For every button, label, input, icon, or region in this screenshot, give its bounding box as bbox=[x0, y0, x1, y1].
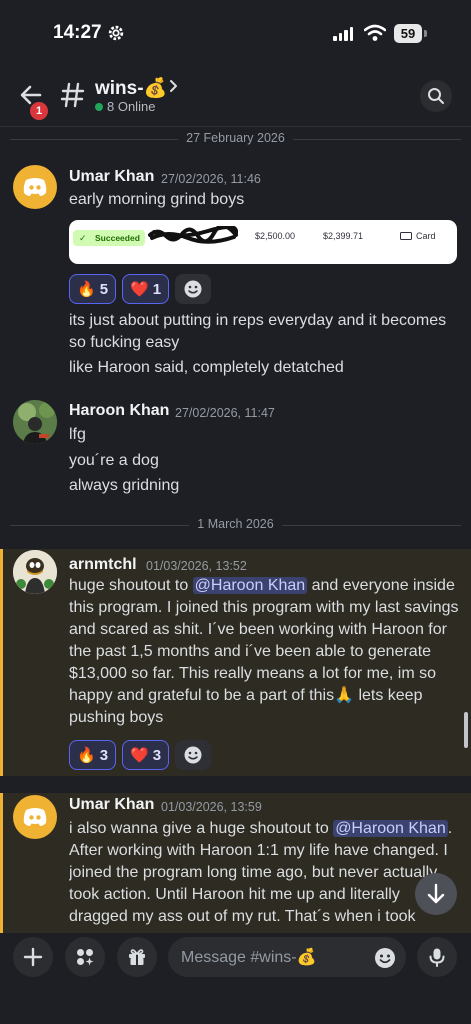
payment-net: $2,399.71 bbox=[323, 231, 364, 241]
message-timestamp: 01/03/2026, 13:59 bbox=[161, 800, 262, 814]
message-text: like Haroon said, completely detatched bbox=[69, 359, 344, 376]
message-text: you´re a dog bbox=[69, 452, 159, 469]
message-text-start: i also wanna give a huge shoutout to bbox=[69, 820, 334, 837]
discord-logo-icon bbox=[23, 808, 47, 826]
user-photo bbox=[13, 400, 57, 444]
user-mention[interactable]: @Haroon Khan bbox=[333, 820, 448, 837]
online-count: 8 Online bbox=[107, 99, 156, 114]
avatar[interactable] bbox=[13, 165, 57, 209]
avatar[interactable] bbox=[13, 400, 57, 444]
reaction-heart[interactable]: ❤️ 3 bbox=[122, 740, 170, 770]
search-icon bbox=[428, 88, 444, 104]
smiley-icon bbox=[184, 746, 202, 764]
voice-message-button[interactable] bbox=[417, 937, 457, 977]
message-text: i also wanna give a huge shoutout to @Ha… bbox=[69, 818, 461, 930]
message-author[interactable]: arnmtchl bbox=[69, 556, 137, 574]
channel-hash-icon bbox=[60, 82, 85, 108]
emoji-picker-icon[interactable] bbox=[374, 947, 396, 969]
payment-method: Card bbox=[416, 231, 436, 241]
date-divider-label: 1 March 2026 bbox=[189, 517, 282, 531]
reaction-count: 3 bbox=[152, 746, 162, 764]
check-icon: ✓ bbox=[79, 233, 87, 243]
reaction-count: 5 bbox=[99, 280, 109, 298]
message-text: lfg bbox=[69, 426, 86, 443]
message-text: early morning grind boys bbox=[69, 191, 245, 208]
reaction-count: 1 bbox=[152, 280, 162, 298]
heart-emoji: ❤️ bbox=[130, 747, 149, 764]
online-status-dot bbox=[95, 103, 103, 111]
message-placeholder: Message #wins-💰 bbox=[181, 949, 317, 966]
user-mention[interactable]: @Haroon Khan bbox=[192, 577, 308, 594]
mention-highlight-bar bbox=[0, 793, 3, 933]
scrollbar-thumb[interactable] bbox=[464, 712, 468, 748]
plus-icon bbox=[23, 947, 43, 967]
message-text: always gridning bbox=[69, 477, 180, 494]
avatar[interactable] bbox=[13, 795, 57, 839]
status-time: 14:27 bbox=[53, 22, 102, 43]
date-divider-label: 27 February 2026 bbox=[178, 131, 293, 145]
channel-name[interactable]: wins-💰 bbox=[95, 76, 167, 100]
message-author[interactable]: Umar Khan bbox=[69, 168, 154, 186]
unread-badge: 1 bbox=[28, 100, 50, 122]
apps-icon bbox=[77, 949, 94, 966]
message-author[interactable]: Haroon Khan bbox=[69, 402, 169, 420]
search-button[interactable] bbox=[420, 80, 452, 112]
mention-highlight-bar bbox=[0, 549, 3, 776]
fire-emoji: 🔥 bbox=[77, 747, 96, 764]
date-divider: 1 March 2026 bbox=[10, 517, 461, 533]
smiley-icon bbox=[184, 280, 202, 298]
reaction-heart[interactable]: ❤️ 1 bbox=[122, 274, 170, 304]
microphone-icon bbox=[429, 948, 445, 967]
redaction-scribble bbox=[148, 226, 238, 244]
arrow-down-icon bbox=[427, 883, 445, 904]
reaction-count: 3 bbox=[99, 746, 109, 764]
battery-indicator: 59 bbox=[394, 24, 422, 43]
message-timestamp: 01/03/2026, 13:52 bbox=[146, 559, 247, 573]
header-divider bbox=[0, 126, 471, 127]
chevron-right-icon[interactable] bbox=[168, 76, 180, 96]
battery-tip bbox=[424, 30, 427, 37]
payment-amount: $2,500.00 bbox=[255, 231, 296, 241]
message-text: its just about putting in reps everyday … bbox=[69, 312, 447, 351]
cellular-signal-icon bbox=[333, 27, 357, 41]
jump-to-present-button[interactable] bbox=[415, 873, 457, 915]
gift-icon bbox=[129, 949, 145, 965]
message-text-start: huge shoutout to bbox=[69, 577, 193, 594]
wifi-icon bbox=[364, 24, 386, 41]
message-text-rest: and everyone inside this program. I join… bbox=[69, 577, 459, 726]
fire-emoji: 🔥 bbox=[77, 281, 96, 298]
date-divider: 27 February 2026 bbox=[10, 131, 461, 147]
user-photo bbox=[13, 550, 57, 594]
heart-emoji: ❤️ bbox=[130, 281, 149, 298]
message-timestamp: 27/02/2026, 11:47 bbox=[175, 406, 275, 420]
settings-gear-icon bbox=[108, 25, 124, 41]
avatar[interactable] bbox=[13, 550, 57, 594]
discord-logo-icon bbox=[23, 178, 47, 196]
add-reaction-button[interactable] bbox=[175, 740, 211, 770]
gift-button[interactable] bbox=[117, 937, 157, 977]
apps-button[interactable] bbox=[65, 937, 105, 977]
card-icon bbox=[400, 232, 412, 240]
reaction-fire[interactable]: 🔥 3 bbox=[69, 740, 117, 770]
add-reaction-button[interactable] bbox=[175, 274, 211, 304]
reaction-fire[interactable]: 🔥 5 bbox=[69, 274, 117, 304]
message-author[interactable]: Umar Khan bbox=[69, 796, 154, 814]
message-timestamp: 27/02/2026, 11:46 bbox=[161, 172, 261, 186]
attach-button[interactable] bbox=[13, 937, 53, 977]
message-text: huge shoutout to @Haroon Khan and everyo… bbox=[69, 575, 461, 729]
